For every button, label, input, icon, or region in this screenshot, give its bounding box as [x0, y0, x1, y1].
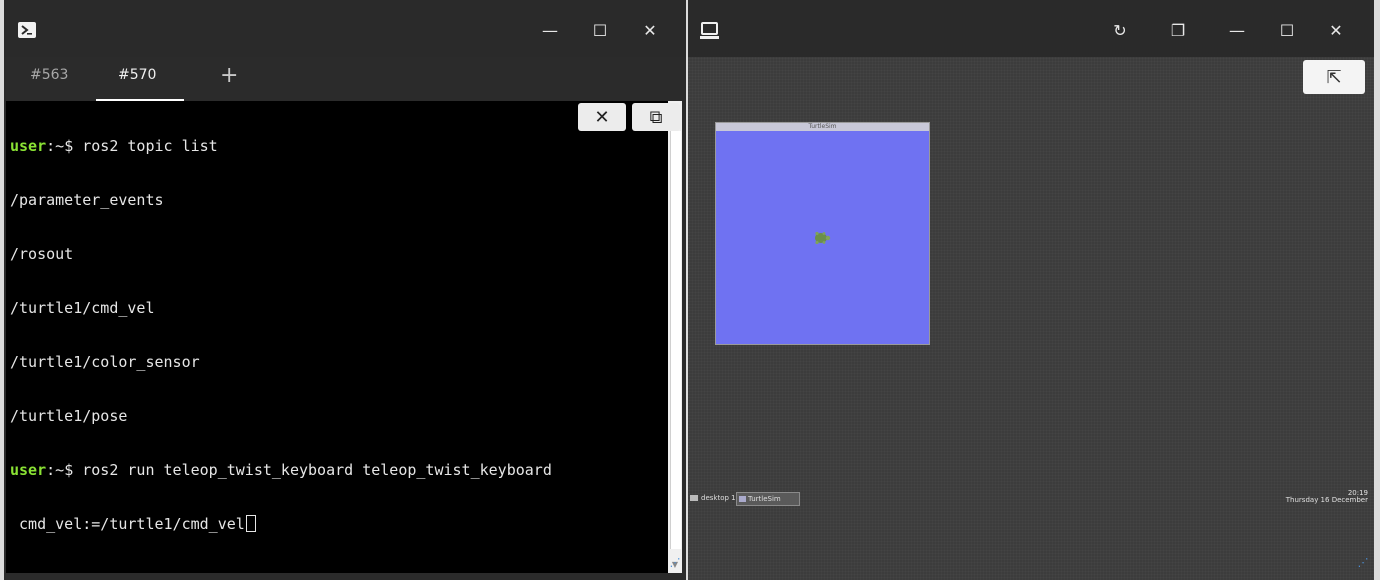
minimize-button[interactable]: —	[528, 16, 572, 44]
output-line: /turtle1/pose	[10, 407, 128, 425]
scrollbar-thumb[interactable]	[670, 131, 681, 549]
close-icon: ✕	[594, 106, 610, 128]
computer-icon	[700, 22, 720, 44]
turtle-icon	[813, 230, 831, 245]
remote-taskbar: desktop 1 TurtleSim 20:19 Thursday 16 De…	[688, 490, 1374, 508]
terminal-line: user:~$ ros2 run teleop_twist_keyboard t…	[10, 461, 552, 479]
clock-date: Thursday 16 December	[1285, 496, 1368, 504]
output-line: /turtle1/color_sensor	[10, 353, 200, 371]
restore-button[interactable]: ❐	[1156, 16, 1200, 44]
text-cursor	[245, 515, 256, 532]
command-text: cmd_vel:=/turtle1/cmd_vel	[10, 515, 245, 533]
resize-grip-icon[interactable]: ⋰	[668, 556, 682, 570]
command-text: $ ros2 topic list	[64, 137, 218, 155]
desktop-switcher[interactable]: desktop 1	[690, 492, 736, 504]
taskbar-app-turtlesim[interactable]: TurtleSim	[736, 492, 800, 506]
maximize-icon: ☐	[592, 20, 608, 40]
taskbar-app-label: TurtleSim	[748, 495, 781, 503]
minimize-button[interactable]: —	[1215, 16, 1259, 44]
tab-570[interactable]: #570	[118, 67, 156, 89]
remote-desktop-window: ↻ ❐ — ☐ ✕ TurtleSim desktop 1 TurtleSim …	[688, 0, 1374, 580]
terminal-window: — ☐ ✕ #563 #570 + user:~$ ros2 topic lis…	[4, 0, 686, 580]
prompt-path: :~	[46, 461, 65, 479]
command-text: $ ros2 run teleop_twist_keyboard teleop_…	[64, 461, 552, 479]
prompt-user: user	[10, 137, 47, 155]
add-tab-button[interactable]: +	[220, 63, 238, 88]
fullscreen-button[interactable]: ⇱	[1303, 60, 1365, 94]
fullscreen-icon: ⇱	[1326, 66, 1342, 88]
output-line: /turtle1/cmd_vel	[10, 299, 155, 317]
refresh-button[interactable]: ↻	[1098, 16, 1142, 44]
taskbar-clock[interactable]: 20:19 Thursday 16 December	[1286, 490, 1368, 504]
minimize-icon: —	[1229, 20, 1245, 40]
terminal-output[interactable]: user:~$ ros2 topic list /parameter_event…	[6, 101, 682, 573]
resize-grip-icon[interactable]: ⋰	[1356, 556, 1370, 570]
restore-icon: ⧉	[649, 106, 663, 128]
powershell-icon	[18, 22, 36, 38]
turtlesim-window[interactable]: TurtleSim	[715, 122, 930, 345]
overlay-restore-button[interactable]: ⧉	[632, 103, 680, 131]
terminal-line: cmd_vel:=/turtle1/cmd_vel	[10, 515, 552, 533]
desktop-icon	[690, 495, 698, 501]
prompt-path: :~	[46, 137, 65, 155]
minimize-icon: —	[542, 20, 558, 40]
desktop-label: desktop 1	[701, 494, 736, 502]
overlay-close-button[interactable]: ✕	[578, 103, 626, 131]
terminal-line: user:~$ ros2 topic list	[10, 137, 552, 155]
maximize-button[interactable]: ☐	[578, 16, 622, 44]
maximize-icon: ☐	[1279, 20, 1295, 40]
remote-desktop-titlebar[interactable]: ↻ ❐ — ☐ ✕	[688, 0, 1374, 57]
remote-desktop-area[interactable]: TurtleSim desktop 1 TurtleSim 20:19 Thur…	[688, 57, 1374, 580]
restore-icon: ❐	[1170, 20, 1186, 40]
close-button[interactable]: ✕	[628, 16, 672, 44]
refresh-icon: ↻	[1113, 20, 1127, 40]
close-icon: ✕	[643, 20, 657, 40]
tab-bar: #563 #570 +	[4, 57, 686, 101]
output-line: /rosout	[10, 245, 74, 263]
tab-563[interactable]: #563	[30, 67, 68, 89]
prompt-user: user	[10, 461, 47, 479]
app-window-icon	[739, 496, 746, 502]
close-icon: ✕	[1329, 20, 1343, 40]
close-button[interactable]: ✕	[1314, 16, 1358, 44]
terminal-titlebar[interactable]: — ☐ ✕	[4, 0, 686, 57]
turtlesim-titlebar[interactable]: TurtleSim	[716, 123, 929, 131]
output-line: /parameter_events	[10, 191, 164, 209]
maximize-button[interactable]: ☐	[1265, 16, 1309, 44]
terminal-scrollbar[interactable]: ▼	[668, 101, 682, 573]
